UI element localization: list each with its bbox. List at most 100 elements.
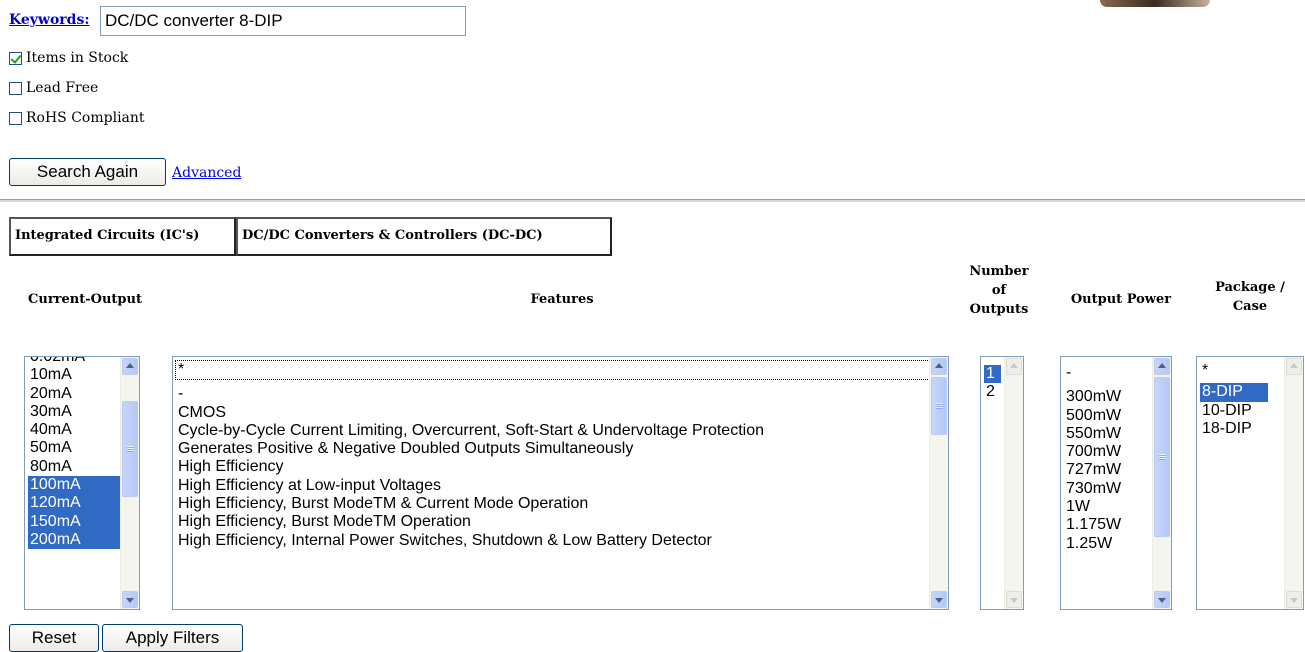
list-item[interactable]: 10mA bbox=[28, 366, 120, 384]
filter-lead-free[interactable]: Lead Free bbox=[9, 80, 98, 96]
list-item-selected[interactable]: 200mA bbox=[28, 530, 120, 550]
advanced-search-link[interactable]: Advanced bbox=[172, 165, 241, 181]
banner-image bbox=[1100, 0, 1210, 7]
number-of-outputs-listbox[interactable]: 1 2 bbox=[980, 356, 1024, 610]
divider bbox=[0, 199, 1305, 202]
column-header-output-power: Output Power bbox=[1070, 292, 1172, 307]
header-line: of bbox=[991, 283, 1007, 298]
list-item[interactable]: 1.25W bbox=[1064, 535, 1152, 553]
list-item[interactable]: 18-DIP bbox=[1200, 420, 1284, 438]
scroll-up-button[interactable] bbox=[931, 358, 947, 375]
list-item[interactable]: High Efficiency, Internal Power Switches… bbox=[176, 532, 929, 550]
scroll-thumb[interactable] bbox=[1154, 377, 1170, 537]
header-line: Outputs bbox=[969, 302, 1029, 317]
list-item[interactable]: 10-DIP bbox=[1200, 402, 1284, 420]
list-item[interactable]: High Efficiency, Burst ModeTM Operation bbox=[176, 513, 929, 531]
list-item[interactable]: 20mA bbox=[28, 385, 120, 403]
list-item-selected[interactable]: 1 bbox=[984, 365, 1001, 384]
scrollbar[interactable] bbox=[120, 357, 139, 609]
list-item-selected[interactable]: 120mA bbox=[28, 494, 120, 513]
keywords-label[interactable]: Keywords: bbox=[9, 12, 90, 28]
list-item[interactable]: High Efficiency at Low-input Voltages bbox=[176, 477, 929, 495]
scroll-up-button[interactable] bbox=[122, 358, 138, 375]
chevron-up-icon bbox=[1010, 363, 1018, 368]
scroll-down-button[interactable] bbox=[1154, 591, 1170, 608]
chevron-up-icon bbox=[1158, 363, 1166, 368]
list-item[interactable]: 730mW bbox=[1064, 480, 1152, 498]
list-item[interactable]: 0.02mA bbox=[28, 357, 120, 366]
scrollbar bbox=[1004, 357, 1023, 609]
rohs-compliant-checkbox[interactable] bbox=[9, 111, 22, 125]
scrollbar bbox=[1284, 357, 1303, 609]
scroll-down-button[interactable] bbox=[931, 591, 947, 608]
column-header-package-case: Package / Case bbox=[1195, 278, 1305, 316]
list-item[interactable]: High Efficiency bbox=[176, 458, 929, 476]
breadcrumb-dcdc-converters[interactable]: DC/DC Converters & Controllers (DC-DC) bbox=[236, 217, 612, 256]
scroll-down-button bbox=[1286, 591, 1302, 608]
list-item[interactable]: Cycle-by-Cycle Current Limiting, Overcur… bbox=[176, 422, 929, 440]
list-item[interactable]: - bbox=[1064, 364, 1152, 382]
output-power-listbox[interactable]: - 300mW 500mW 550mW 700mW 727mW 730mW 1W… bbox=[1060, 356, 1172, 610]
filter-rohs-compliant[interactable]: RoHS Compliant bbox=[9, 110, 145, 126]
breadcrumb-integrated-circuits[interactable]: Integrated Circuits (IC's) bbox=[9, 217, 236, 256]
items-in-stock-checkbox[interactable] bbox=[9, 51, 22, 65]
list-item-focused[interactable]: * bbox=[175, 359, 930, 381]
list-item[interactable]: 50mA bbox=[28, 439, 120, 457]
chevron-down-icon bbox=[1010, 598, 1018, 603]
scroll-up-button bbox=[1286, 358, 1302, 375]
list-item[interactable]: 300mW bbox=[1064, 388, 1152, 406]
chevron-up-icon bbox=[935, 363, 943, 368]
scrollbar[interactable] bbox=[1152, 357, 1171, 609]
list-item-selected[interactable]: 150mA bbox=[28, 512, 120, 531]
rohs-compliant-label: RoHS Compliant bbox=[26, 110, 145, 126]
list-item-selected[interactable]: 100mA bbox=[28, 476, 120, 495]
column-header-number-of-outputs: Number of Outputs bbox=[968, 262, 1030, 319]
list-item[interactable]: High Efficiency, Burst ModeTM & Current … bbox=[176, 495, 929, 513]
list-item[interactable]: CMOS bbox=[176, 404, 929, 422]
header-line: Number bbox=[969, 264, 1029, 279]
chevron-down-icon bbox=[126, 598, 134, 603]
list-item[interactable]: 500mW bbox=[1064, 407, 1152, 425]
list-item[interactable]: 1W bbox=[1064, 498, 1152, 516]
list-item[interactable]: 80mA bbox=[28, 458, 120, 476]
search-again-button[interactable]: Search Again bbox=[9, 158, 166, 186]
list-item[interactable]: 550mW bbox=[1064, 425, 1152, 443]
list-item[interactable]: 1.175W bbox=[1064, 516, 1152, 534]
column-header-current-output: Current-Output bbox=[28, 292, 142, 307]
list-item[interactable]: * bbox=[1200, 362, 1284, 380]
chevron-up-icon bbox=[1290, 363, 1298, 368]
banner-graphic bbox=[1020, 0, 1215, 8]
chevron-down-icon bbox=[1158, 598, 1166, 603]
reset-button[interactable]: Reset bbox=[9, 624, 99, 652]
scroll-up-button[interactable] bbox=[1154, 358, 1170, 375]
apply-filters-button[interactable]: Apply Filters bbox=[102, 624, 243, 652]
list-item[interactable]: 40mA bbox=[28, 421, 120, 439]
list-item[interactable]: 700mW bbox=[1064, 443, 1152, 461]
chevron-down-icon bbox=[1290, 598, 1298, 603]
list-item[interactable]: - bbox=[176, 385, 929, 403]
scroll-thumb[interactable] bbox=[122, 401, 138, 497]
lead-free-checkbox[interactable] bbox=[9, 81, 22, 95]
scroll-thumb[interactable] bbox=[931, 377, 947, 435]
chevron-up-icon bbox=[126, 363, 134, 368]
scroll-down-button bbox=[1006, 591, 1022, 608]
list-item[interactable]: 30mA bbox=[28, 403, 120, 421]
header-line: Package / bbox=[1215, 280, 1285, 295]
lead-free-label: Lead Free bbox=[26, 80, 99, 96]
features-listbox[interactable]: * - CMOS Cycle-by-Cycle Current Limiting… bbox=[172, 356, 949, 610]
column-header-features: Features bbox=[530, 292, 594, 307]
scrollbar[interactable] bbox=[929, 357, 948, 609]
list-item[interactable]: 727mW bbox=[1064, 461, 1152, 479]
list-item[interactable]: Generates Positive & Negative Doubled Ou… bbox=[176, 440, 929, 458]
keywords-input[interactable] bbox=[100, 6, 466, 36]
header-line: Case bbox=[1232, 299, 1268, 314]
list-item[interactable]: 2 bbox=[984, 383, 1001, 401]
package-case-listbox[interactable]: * 8-DIP 10-DIP 18-DIP bbox=[1196, 356, 1304, 610]
items-in-stock-label: Items in Stock bbox=[26, 50, 129, 66]
scroll-up-button bbox=[1006, 358, 1022, 375]
list-item-selected[interactable]: 8-DIP bbox=[1200, 383, 1268, 402]
chevron-down-icon bbox=[935, 598, 943, 603]
filter-items-in-stock[interactable]: Items in Stock bbox=[9, 50, 128, 66]
current-output-listbox[interactable]: 0.02mA 10mA 20mA 30mA 40mA 50mA 80mA 100… bbox=[24, 356, 140, 610]
scroll-down-button[interactable] bbox=[122, 591, 138, 608]
